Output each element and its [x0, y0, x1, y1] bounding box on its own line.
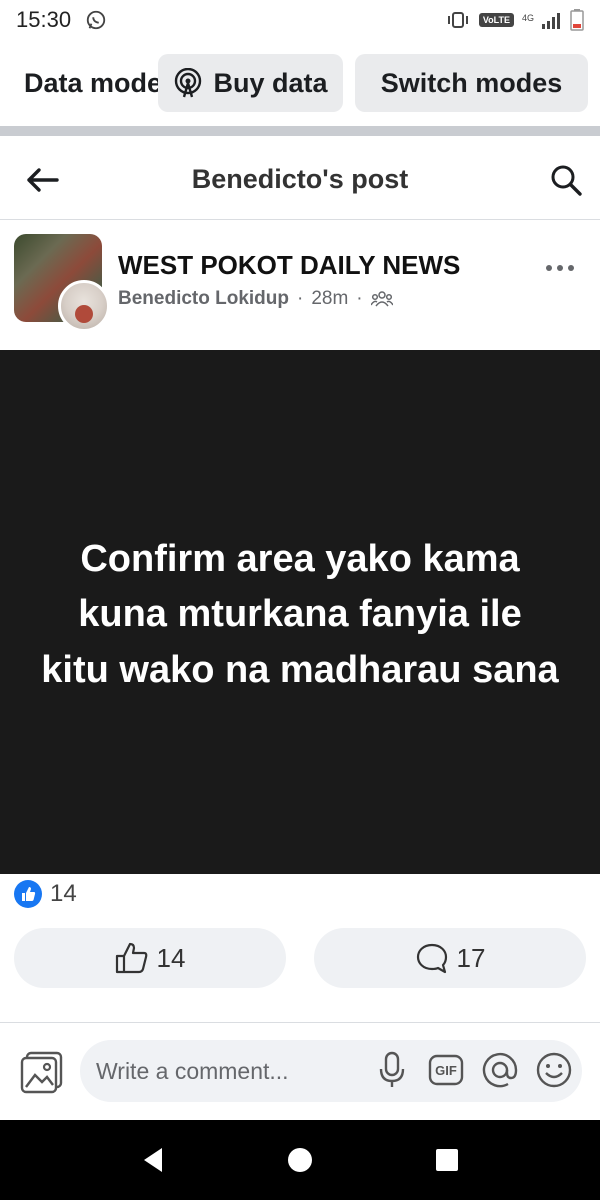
- mention-icon: [482, 1052, 518, 1088]
- meta-separator: ·: [297, 288, 304, 309]
- dot-icon: [557, 265, 563, 271]
- nav-back-button[interactable]: [133, 1140, 173, 1180]
- signal-icon: [542, 13, 560, 29]
- volte-badge: VoLTE: [478, 13, 514, 27]
- voice-button[interactable]: [372, 1050, 412, 1090]
- post-time[interactable]: 28m: [311, 288, 348, 310]
- meta-separator: ·: [356, 288, 363, 309]
- divider: [0, 1022, 600, 1023]
- buy-data-label: Buy data: [213, 67, 328, 98]
- status-time: 15:30: [16, 7, 72, 32]
- comment-count: 17: [456, 942, 486, 973]
- group-name[interactable]: WEST POKOT DAILY NEWS: [118, 250, 460, 281]
- emoji-icon: [536, 1052, 572, 1088]
- back-button[interactable]: [22, 162, 62, 198]
- like-reaction-icon: [14, 880, 42, 908]
- page-title: Benedicto's post: [191, 164, 409, 194]
- data-mode-label: Data mode: [24, 68, 158, 98]
- whatsapp-icon: [86, 10, 106, 30]
- author-name[interactable]: Benedicto Lokidup: [118, 288, 289, 310]
- vibrate-icon: [447, 12, 468, 28]
- user-avatar[interactable]: [58, 280, 110, 332]
- comment-bubble-icon: [416, 943, 447, 974]
- comment-bar: GIF: [0, 1036, 600, 1108]
- like-count: 14: [156, 942, 186, 973]
- back-arrow-icon: [27, 168, 59, 192]
- dot-icon: [568, 265, 574, 271]
- more-options-button[interactable]: [540, 256, 580, 280]
- like-button[interactable]: 14: [14, 928, 286, 988]
- gif-label: GIF: [435, 1063, 457, 1078]
- thumbs-up-icon: [22, 887, 36, 901]
- microphone-icon: [379, 1051, 405, 1087]
- broadcast-icon: [175, 68, 202, 98]
- comment-input-icons: GIF: [372, 1050, 574, 1090]
- battery-low-icon: [570, 9, 584, 31]
- status-indicators: VoLTE 4G: [445, 9, 584, 31]
- search-icon: [551, 165, 582, 196]
- reaction-count: 14: [50, 880, 77, 907]
- group-members-icon: [370, 291, 393, 307]
- emoji-button[interactable]: [534, 1050, 574, 1090]
- android-nav-bar: [0, 1120, 600, 1200]
- reaction-summary[interactable]: 14: [14, 880, 77, 908]
- thumbs-up-outline-icon: [115, 942, 147, 974]
- search-button[interactable]: [546, 160, 586, 200]
- photo-gallery-icon: [20, 1051, 63, 1094]
- post-body: Confirm area yako kama kuna mturkana fan…: [0, 350, 600, 874]
- nav-recents-icon: [435, 1149, 458, 1171]
- nav-back-icon: [144, 1148, 163, 1172]
- dot-icon: [546, 265, 552, 271]
- data-mode-bar: Data mode Buy data Switch modes: [0, 50, 600, 116]
- nav-home-icon: [287, 1148, 312, 1172]
- mention-button[interactable]: [480, 1050, 520, 1090]
- post-author-row: WEST POKOT DAILY NEWS Benedicto Lokidup …: [0, 222, 600, 342]
- nav-recents-button[interactable]: [427, 1140, 467, 1180]
- switch-modes-button[interactable]: Switch modes: [355, 54, 588, 112]
- post-header: Benedicto's post: [0, 140, 600, 220]
- comment-button[interactable]: 17: [314, 928, 586, 988]
- nav-home-button[interactable]: [280, 1140, 320, 1180]
- status-bar: 15:30 VoLTE 4G: [0, 0, 600, 40]
- section-divider: [0, 126, 600, 136]
- post-text: Confirm area yako kama kuna mturkana fan…: [41, 538, 559, 691]
- network-type: 4G: [521, 13, 534, 23]
- gallery-button[interactable]: [18, 1048, 66, 1096]
- gif-button[interactable]: GIF: [426, 1050, 466, 1090]
- gif-icon: GIF: [428, 1054, 464, 1086]
- switch-modes-label: Switch modes: [380, 67, 563, 98]
- buy-data-button[interactable]: Buy data: [158, 54, 343, 112]
- post-meta: Benedicto Lokidup · 28m ·: [118, 288, 393, 310]
